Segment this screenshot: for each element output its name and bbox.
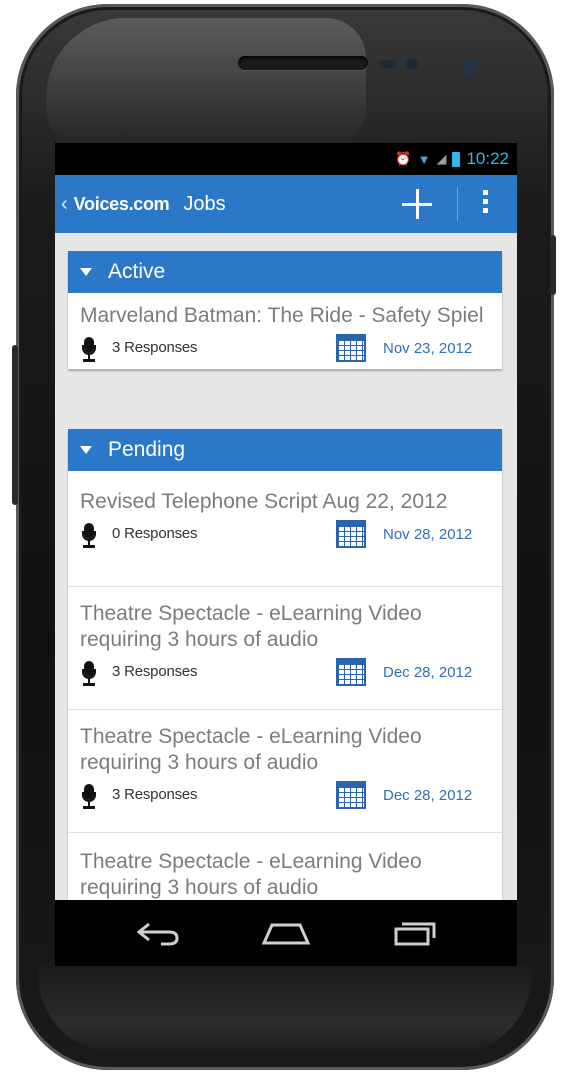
phone-glare [46, 18, 366, 148]
action-bar: ‹ Voices.com Jobs [55, 175, 517, 233]
phone-chin [38, 964, 532, 1054]
job-title: Marveland Batman: The Ride - Safety Spie… [80, 304, 484, 327]
wifi-icon: ▼ [417, 151, 431, 167]
job-item[interactable]: Marveland Batman: The Ride - Safety Spie… [68, 293, 502, 369]
microphone-icon [82, 337, 96, 363]
proximity-sensor [379, 60, 395, 68]
battery-icon [452, 151, 461, 167]
job-date: Dec 28, 2012 [383, 787, 473, 804]
job-title: Revised Telephone Script Aug 22, 2012 [80, 490, 448, 513]
job-title: Theatre Spectacle - eLearning Video requ… [80, 850, 422, 899]
action-divider [457, 187, 458, 221]
back-nav-icon[interactable] [135, 918, 183, 948]
response-count: 3 Responses [112, 663, 198, 680]
job-meta: 0 Responses Nov 28, 2012 [68, 515, 502, 555]
calendar-icon [336, 658, 366, 686]
status-time: 10:22 [466, 149, 509, 168]
microphone-icon [82, 784, 96, 810]
microphone-icon [82, 523, 96, 549]
job-title: Theatre Spectacle - eLearning Video requ… [80, 725, 422, 774]
response-count: 0 Responses [112, 525, 198, 542]
job-item[interactable]: Revised Telephone Script Aug 22, 2012 0 … [68, 471, 502, 587]
job-item[interactable]: Theatre Spectacle - eLearning Video requ… [68, 587, 502, 710]
power-button [12, 345, 18, 505]
section-header-active[interactable]: Active [68, 251, 502, 293]
collapse-triangle-icon [80, 446, 92, 454]
job-date: Dec 28, 2012 [383, 664, 473, 681]
recents-nav-icon[interactable] [391, 918, 439, 948]
volume-button [550, 235, 556, 295]
system-nav-bar [55, 900, 517, 966]
home-nav-icon[interactable] [260, 918, 312, 948]
calendar-icon [336, 520, 366, 548]
calendar-icon [336, 781, 366, 809]
response-count: 3 Responses [112, 786, 198, 803]
earpiece-speaker [238, 56, 368, 70]
job-title: Theatre Spectacle - eLearning Video requ… [80, 602, 422, 651]
job-date: Nov 23, 2012 [383, 340, 473, 357]
device-screen: ⏰ ▼ ◢ 10:22 ‹ Voices.com Jobs Active Mar… [55, 143, 517, 900]
job-item[interactable]: Theatre Spectacle - eLearning Video requ… [68, 833, 502, 900]
job-meta: 3 Responses Nov 23, 2012 [68, 329, 502, 369]
collapse-triangle-icon [80, 268, 92, 276]
app-logo[interactable]: Voices.com [74, 194, 170, 215]
pending-section: Pending Revised Telephone Script Aug 22,… [68, 429, 502, 900]
alarm-icon: ⏰ [395, 151, 412, 166]
active-section: Active Marveland Batman: The Ride - Safe… [68, 251, 502, 369]
up-navigation-icon[interactable]: ‹ [61, 193, 68, 216]
overflow-menu-icon[interactable] [479, 190, 491, 220]
section-label: Pending [108, 438, 186, 461]
section-header-pending[interactable]: Pending [68, 429, 502, 471]
calendar-icon [336, 334, 366, 362]
signal-icon: ◢ [436, 151, 447, 166]
microphone-icon [82, 661, 96, 687]
add-icon[interactable] [400, 187, 434, 221]
job-meta: 3 Responses Dec 28, 2012 [68, 653, 502, 693]
response-count: 3 Responses [112, 339, 198, 356]
jobs-list: Active Marveland Batman: The Ride - Safe… [55, 233, 517, 900]
light-sensor [406, 58, 418, 70]
job-item[interactable]: Theatre Spectacle - eLearning Video requ… [68, 710, 502, 833]
status-bar: ⏰ ▼ ◢ 10:22 [55, 143, 517, 175]
front-camera [462, 59, 478, 75]
page-title: Jobs [183, 192, 226, 215]
job-meta: 3 Responses Dec 28, 2012 [68, 776, 502, 816]
section-label: Active [108, 260, 166, 283]
job-date: Nov 28, 2012 [383, 526, 473, 543]
